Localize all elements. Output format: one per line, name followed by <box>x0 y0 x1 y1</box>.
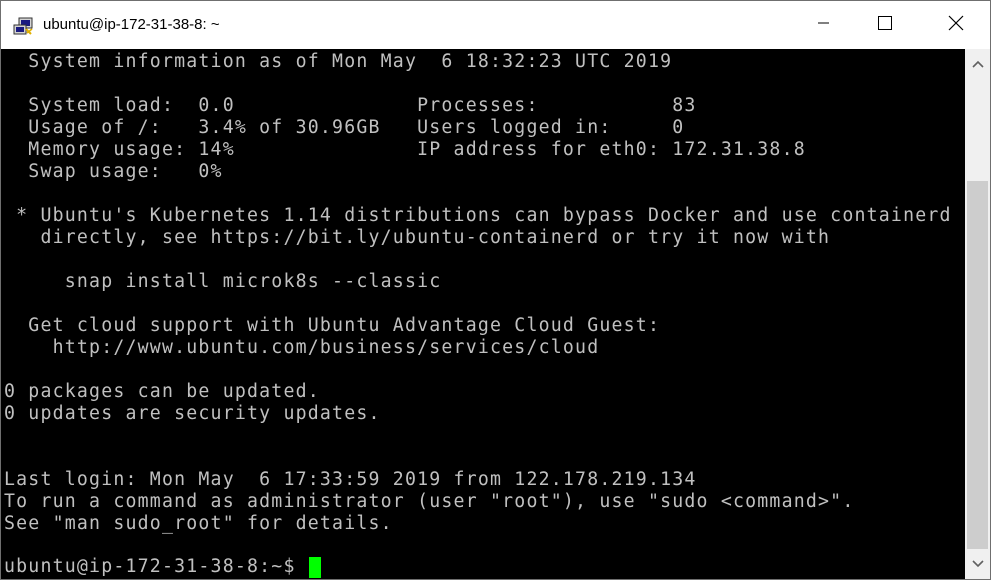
prompt-text: ubuntu@ip-172-31-38-8:~$ <box>4 556 296 577</box>
terminal-line: System load: 0.0 Processes: 83 <box>4 95 697 116</box>
terminal-line: Last login: Mon May 6 17:33:59 2019 from… <box>4 469 697 490</box>
window-title: ubuntu@ip-172-31-38-8: ~ <box>43 16 220 33</box>
terminal-output[interactable]: System information as of Mon May 6 18:32… <box>1 49 965 579</box>
terminal-line: See "man sudo_root" for details. <box>4 513 393 534</box>
command-prompt[interactable]: ubuntu@ip-172-31-38-8:~$ <box>4 556 321 578</box>
putty-icon[interactable] <box>13 17 35 37</box>
close-icon <box>948 15 964 36</box>
maximize-button[interactable] <box>862 1 908 49</box>
terminal-line: Memory usage: 14% IP address for eth0: 1… <box>4 139 806 160</box>
minimize-icon <box>818 16 830 34</box>
chevron-down-icon <box>971 555 984 573</box>
terminal-line: snap install microk8s --classic <box>4 271 442 292</box>
scroll-up-button[interactable] <box>965 49 990 79</box>
terminal-line: directly, see https://bit.ly/ubuntu-cont… <box>4 227 831 248</box>
terminal-line: 0 packages can be updated. <box>4 381 320 402</box>
terminal-window: ubuntu@ip-172-31-38-8: ~ System informat… <box>0 0 991 580</box>
text-cursor <box>308 556 321 578</box>
terminal-line: Usage of /: 3.4% of 30.96GB Users logged… <box>4 117 685 138</box>
close-button[interactable] <box>933 1 979 49</box>
title-bar[interactable]: ubuntu@ip-172-31-38-8: ~ <box>1 1 990 49</box>
scroll-down-button[interactable] <box>965 549 990 579</box>
terminal-line: Swap usage: 0% <box>4 161 223 182</box>
vertical-scrollbar[interactable] <box>965 49 990 579</box>
minimize-button[interactable] <box>801 1 847 49</box>
terminal-line: * Ubuntu's Kubernetes 1.14 distributions… <box>4 205 952 226</box>
terminal-line: To run a command as administrator (user … <box>4 491 855 512</box>
chevron-up-icon <box>971 55 984 73</box>
terminal-line: Get cloud support with Ubuntu Advantage … <box>4 315 661 336</box>
terminal-line: 0 updates are security updates. <box>4 403 381 424</box>
terminal-line: http://www.ubuntu.com/business/services/… <box>4 337 600 358</box>
maximize-icon <box>878 15 892 35</box>
scroll-thumb[interactable] <box>967 181 988 549</box>
terminal-line: System information as of Mon May 6 18:32… <box>4 51 673 72</box>
